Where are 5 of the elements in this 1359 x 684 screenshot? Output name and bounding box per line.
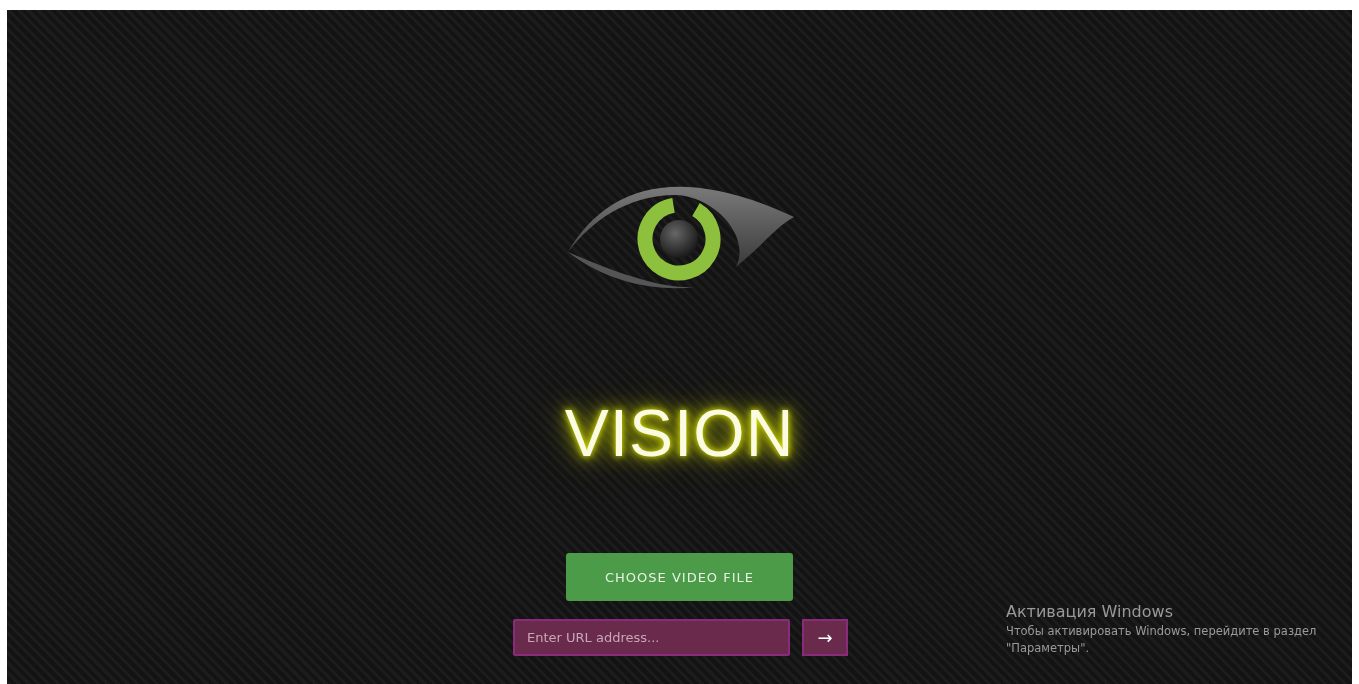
activation-title: Активация Windows [1006, 601, 1174, 623]
submit-url-button[interactable]: → [802, 619, 848, 656]
brand-title: VISION [564, 400, 795, 466]
url-input-field[interactable]: Enter URL address... [513, 619, 790, 656]
activation-message: Чтобы активировать Windows, перейдите в раздел "Параметры". [1006, 623, 1318, 657]
